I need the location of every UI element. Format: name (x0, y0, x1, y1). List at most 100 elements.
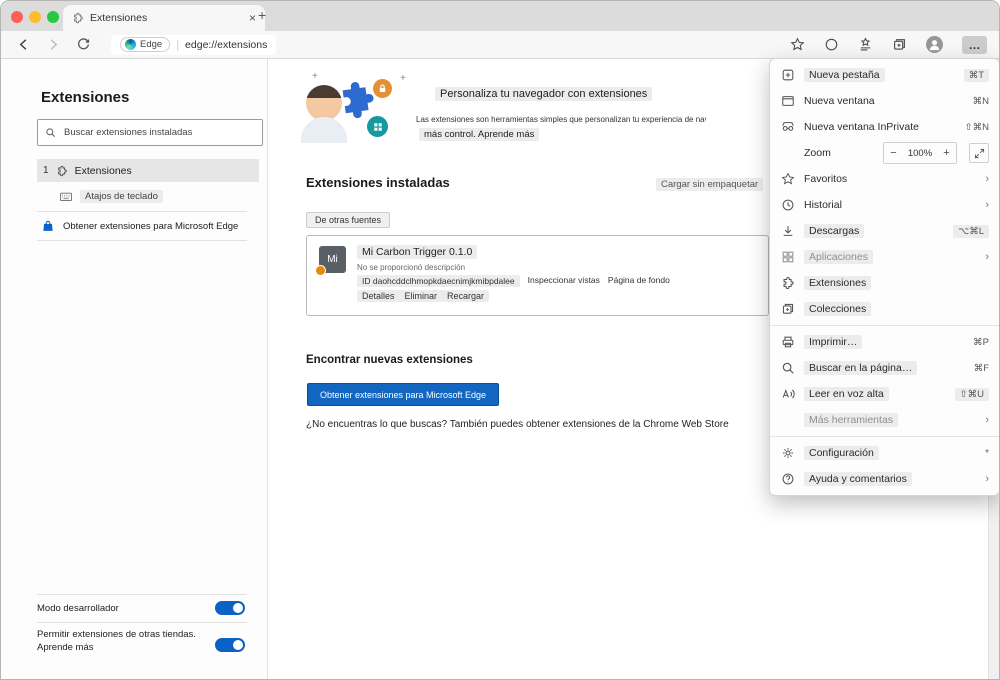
sidebar-item-obtener[interactable]: Obtener extensiones para Microsoft Edge (41, 219, 255, 233)
settings-update-badge: * (985, 447, 989, 459)
menu-item-colecciones[interactable]: Colecciones (770, 296, 999, 322)
favorites-star-icon[interactable] (790, 37, 805, 52)
sidebar-title: Extensiones (41, 89, 130, 106)
read-aloud-icon (780, 387, 796, 401)
chrome-store-note: ¿No encuentras lo que buscas? También pu… (306, 419, 729, 430)
favorites-bar-icon[interactable] (858, 37, 873, 52)
addressbar-divider: | (176, 38, 180, 51)
menu-item-extensiones[interactable]: Extensiones (770, 270, 999, 296)
browser-menu-popup: Nueva pestaña ⌘T Nueva ventana ⌘N Nueva … (769, 58, 999, 496)
star-icon (780, 172, 796, 186)
extension-card: Mi Mi Carbon Trigger 0.1.0 No se proporc… (306, 235, 769, 316)
menu-divider (770, 325, 999, 326)
zoom-controls: − 100% + (883, 142, 957, 164)
tab-close-icon[interactable]: × (249, 12, 256, 24)
extensions-sidebar: Extensiones 1 Extensiones (1, 59, 268, 679)
download-icon (780, 224, 796, 238)
menu-item-nueva-pestana[interactable]: Nueva pestaña ⌘T (770, 62, 999, 88)
allow-other-stores-label: Permitir extensiones de otras tiendas. A… (37, 629, 196, 653)
remove-button[interactable]: Eliminar (405, 291, 438, 301)
chevron-right-icon: › (985, 173, 989, 185)
menu-item-zoom: Zoom − 100% + (770, 140, 999, 166)
new-tab-button[interactable]: + (258, 7, 266, 23)
tab-favicon-puzzle-icon (72, 12, 84, 24)
menu-item-aplicaciones[interactable]: Aplicaciones › (770, 244, 999, 270)
zoom-in-button[interactable]: + (937, 143, 956, 163)
zoom-value: 100% (907, 147, 933, 159)
zoom-out-button[interactable]: − (884, 143, 903, 163)
extension-name: Mi Carbon Trigger 0.1.0 (357, 245, 478, 259)
sidebar-item-atajos[interactable]: Atajos de teclado (59, 190, 163, 203)
profile-avatar[interactable] (926, 36, 943, 53)
search-box[interactable] (37, 119, 263, 146)
apps-grid-icon (780, 250, 796, 264)
sidebar-divider (37, 622, 247, 623)
menu-item-imprimir[interactable]: Imprimir… ⌘P (770, 329, 999, 355)
hero-learn-more[interactable]: más control. Aprende más (419, 128, 540, 141)
menu-item-configuracion[interactable]: Configuración * (770, 440, 999, 466)
site-badge-label: Edge (140, 39, 163, 50)
reload-button[interactable] (73, 35, 93, 55)
puzzle-icon (56, 165, 68, 177)
menu-item-historial[interactable]: Historial › (770, 192, 999, 218)
menu-item-nueva-ventana[interactable]: Nueva ventana ⌘N (770, 88, 999, 114)
fullscreen-button[interactable] (969, 143, 989, 163)
browser-window: Extensiones × + Edge | edge://extensions (0, 0, 1000, 680)
menu-item-favoritos[interactable]: Favoritos › (770, 166, 999, 192)
hero-description: Las extensiones son herramientas simples… (416, 115, 706, 124)
extension-description: No se proporcionó descripción (357, 263, 466, 272)
printer-icon (780, 335, 796, 349)
sidebar-item-label: Obtener extensiones para Microsoft Edge (63, 220, 239, 232)
chevron-right-icon: › (985, 473, 989, 485)
source-chip: De otras fuentes (306, 212, 391, 228)
url-text: edge://extensions (185, 38, 268, 51)
chevron-right-icon: › (985, 199, 989, 211)
details-button[interactable]: Detalles (362, 291, 395, 301)
background-page-link[interactable]: Página de fondo (608, 275, 670, 287)
get-extensions-button[interactable]: Obtener extensiones para Microsoft Edge (307, 383, 499, 406)
extension-id: ID daohcddclhmopkdaecnimjkmibpdalee (357, 275, 520, 287)
menu-item-inprivate[interactable]: Nueva ventana InPrivate ⇧⌘N (770, 114, 999, 140)
chevron-right-icon: › (985, 414, 989, 426)
sidebar-item-extensiones[interactable]: 1 Extensiones (37, 159, 259, 182)
sidebar-divider (37, 594, 247, 595)
apps-grid-icon (367, 116, 388, 137)
collections-icon[interactable] (892, 37, 907, 52)
browser-essentials-icon[interactable] (824, 37, 839, 52)
menu-item-mas-herramientas[interactable]: Más herramientas › (770, 407, 999, 433)
forward-button[interactable] (43, 35, 63, 55)
load-unpacked-link[interactable]: Cargar sin empaquetar (656, 178, 764, 191)
edge-logo-icon (125, 39, 136, 50)
gear-icon (780, 446, 796, 460)
inprivate-icon (780, 120, 796, 134)
collections-icon (780, 302, 796, 316)
sparkle-icon: + (312, 71, 318, 82)
allow-other-stores-toggle[interactable] (215, 638, 245, 652)
hero-illustration: + + (301, 71, 410, 149)
sidebar-item-label: Extensiones (74, 164, 132, 177)
menu-item-buscar[interactable]: Buscar en la página… ⌘F (770, 355, 999, 381)
installed-heading: Extensiones instaladas (306, 175, 450, 190)
chevron-right-icon: › (985, 251, 989, 263)
back-button[interactable] (13, 35, 33, 55)
developer-mode-label: Modo desarrollador (37, 603, 119, 614)
settings-menu-button[interactable]: … (962, 35, 987, 54)
traffic-maximize-button[interactable] (47, 11, 59, 23)
lock-icon (373, 79, 392, 98)
site-badge[interactable]: Edge (120, 37, 171, 52)
traffic-close-button[interactable] (11, 11, 23, 23)
menu-item-leer-en-voz-alta[interactable]: Leer en voz alta ⇧⌘U (770, 381, 999, 407)
menu-item-descargas[interactable]: Descargas ⌥⌘L (770, 218, 999, 244)
clock-icon (780, 198, 796, 212)
extension-actions: Detalles Eliminar Recargar (357, 290, 490, 302)
traffic-minimize-button[interactable] (29, 11, 41, 23)
tab-title: Extensiones (90, 12, 148, 24)
reload-extension-button[interactable]: Recargar (447, 291, 484, 301)
browser-tab[interactable]: Extensiones × (63, 5, 265, 31)
menu-item-ayuda[interactable]: Ayuda y comentarios › (770, 466, 999, 492)
address-bar[interactable]: Edge | edge://extensions (111, 34, 277, 55)
search-input[interactable] (62, 126, 255, 139)
search-icon (780, 361, 796, 375)
search-icon (45, 127, 56, 138)
developer-mode-toggle[interactable] (215, 601, 245, 615)
